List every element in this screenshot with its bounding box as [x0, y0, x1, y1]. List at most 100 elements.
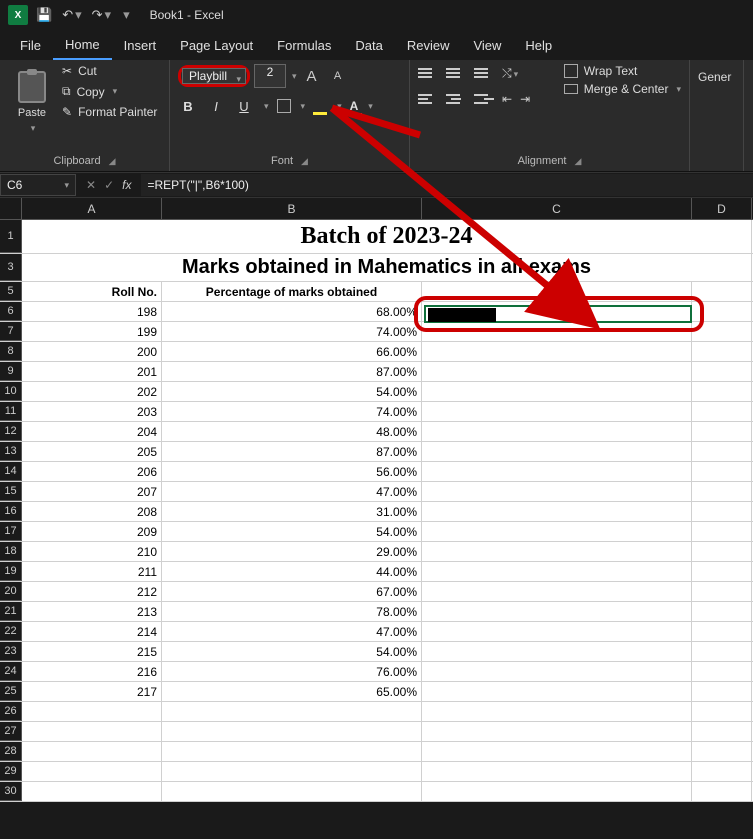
- row-header[interactable]: 7: [0, 322, 22, 341]
- dialog-launcher-icon[interactable]: ◢: [301, 156, 308, 167]
- header-pct[interactable]: Percentage of marks obtained: [162, 282, 422, 301]
- cell[interactable]: [692, 502, 752, 521]
- menu-page-layout[interactable]: Page Layout: [168, 32, 265, 59]
- cell-roll[interactable]: 202: [22, 382, 162, 401]
- row-header[interactable]: 21: [0, 602, 22, 621]
- cell-roll[interactable]: 210: [22, 542, 162, 561]
- cell[interactable]: [692, 742, 752, 761]
- cell-pct[interactable]: 65.00%: [162, 682, 422, 701]
- menu-help[interactable]: Help: [513, 32, 564, 59]
- redo-icon[interactable]: ↷▾: [92, 7, 111, 23]
- cell[interactable]: [692, 602, 752, 621]
- cell-roll[interactable]: 206: [22, 462, 162, 481]
- row-header[interactable]: 18: [0, 542, 22, 561]
- font-name-select[interactable]: Playbill▾: [182, 68, 246, 84]
- cell[interactable]: [162, 782, 422, 801]
- cell[interactable]: [692, 402, 752, 421]
- cell[interactable]: [692, 362, 752, 381]
- cell-roll[interactable]: 215: [22, 642, 162, 661]
- align-top-button[interactable]: [418, 64, 438, 82]
- column-header-b[interactable]: B: [162, 198, 422, 219]
- cell[interactable]: [692, 722, 752, 741]
- cell[interactable]: [692, 482, 752, 501]
- cell-roll[interactable]: 217: [22, 682, 162, 701]
- cell[interactable]: [422, 682, 692, 701]
- cell-pct[interactable]: 54.00%: [162, 522, 422, 541]
- row-header[interactable]: 8: [0, 342, 22, 361]
- row-header[interactable]: 17: [0, 522, 22, 541]
- merge-center-button[interactable]: Merge & Center▾: [564, 82, 681, 96]
- cell-roll[interactable]: 216: [22, 662, 162, 681]
- row-header[interactable]: 15: [0, 482, 22, 501]
- cell[interactable]: [692, 622, 752, 641]
- column-header-c[interactable]: C: [422, 198, 692, 219]
- cell-roll[interactable]: 203: [22, 402, 162, 421]
- formula-input[interactable]: [141, 174, 753, 196]
- cell[interactable]: [422, 322, 692, 341]
- cell-pct[interactable]: 48.00%: [162, 422, 422, 441]
- italic-button[interactable]: I: [206, 96, 226, 116]
- menu-review[interactable]: Review: [395, 32, 462, 59]
- align-bottom-button[interactable]: [474, 64, 494, 82]
- cell-pct[interactable]: 47.00%: [162, 482, 422, 501]
- cell[interactable]: [422, 482, 692, 501]
- cell-roll[interactable]: 198: [22, 302, 162, 321]
- cell[interactable]: [162, 702, 422, 721]
- row-header[interactable]: 23: [0, 642, 22, 661]
- cell[interactable]: [422, 502, 692, 521]
- fx-icon[interactable]: fx: [122, 178, 131, 192]
- row-header[interactable]: 30: [0, 782, 22, 801]
- cell[interactable]: [692, 702, 752, 721]
- row-header[interactable]: 22: [0, 622, 22, 641]
- cell[interactable]: [692, 782, 752, 801]
- row-header[interactable]: 14: [0, 462, 22, 481]
- cell-pct[interactable]: 87.00%: [162, 362, 422, 381]
- menu-data[interactable]: Data: [343, 32, 394, 59]
- sheet-title[interactable]: Batch of 2023-24: [22, 220, 752, 253]
- menu-insert[interactable]: Insert: [112, 32, 169, 59]
- dialog-launcher-icon[interactable]: ◢: [575, 156, 582, 167]
- cell[interactable]: [692, 682, 752, 701]
- paste-button[interactable]: Paste ▾: [8, 64, 56, 140]
- cell[interactable]: [422, 462, 692, 481]
- qat-customize-icon[interactable]: ▾: [123, 7, 130, 23]
- row-header[interactable]: 1: [0, 220, 22, 253]
- chevron-down-icon[interactable]: ▾: [368, 101, 373, 112]
- cell[interactable]: [422, 782, 692, 801]
- menu-view[interactable]: View: [461, 32, 513, 59]
- chevron-down-icon[interactable]: ▾: [301, 101, 306, 112]
- cell-pct[interactable]: 56.00%: [162, 462, 422, 481]
- wrap-text-button[interactable]: Wrap Text: [564, 64, 681, 78]
- row-header[interactable]: 16: [0, 502, 22, 521]
- cell[interactable]: [422, 562, 692, 581]
- cell-pct[interactable]: 29.00%: [162, 542, 422, 561]
- cell[interactable]: [692, 462, 752, 481]
- cell-pct[interactable]: 74.00%: [162, 322, 422, 341]
- chevron-down-icon[interactable]: ▾: [337, 101, 342, 112]
- align-right-button[interactable]: [474, 90, 494, 108]
- row-header[interactable]: 28: [0, 742, 22, 761]
- cell-roll[interactable]: 201: [22, 362, 162, 381]
- cell-roll[interactable]: 214: [22, 622, 162, 641]
- cell[interactable]: [692, 662, 752, 681]
- cell-pct[interactable]: 54.00%: [162, 382, 422, 401]
- align-left-button[interactable]: [418, 90, 438, 108]
- row-header[interactable]: 20: [0, 582, 22, 601]
- column-header-a[interactable]: A: [22, 198, 162, 219]
- menu-file[interactable]: File: [8, 32, 53, 59]
- cell[interactable]: [692, 322, 752, 341]
- cell[interactable]: [22, 782, 162, 801]
- cell-roll[interactable]: 209: [22, 522, 162, 541]
- row-header[interactable]: 24: [0, 662, 22, 681]
- row-header[interactable]: 29: [0, 762, 22, 781]
- copy-button[interactable]: Copy▾: [62, 84, 157, 99]
- font-color-button[interactable]: A: [350, 99, 359, 113]
- header-roll[interactable]: Roll No.: [22, 282, 162, 301]
- row-header[interactable]: 3: [0, 254, 22, 281]
- bold-button[interactable]: B: [178, 96, 198, 116]
- border-button[interactable]: [277, 99, 291, 113]
- row-header[interactable]: 12: [0, 422, 22, 441]
- row-header[interactable]: 13: [0, 442, 22, 461]
- number-format-select[interactable]: Gener: [698, 64, 735, 84]
- cell[interactable]: [162, 762, 422, 781]
